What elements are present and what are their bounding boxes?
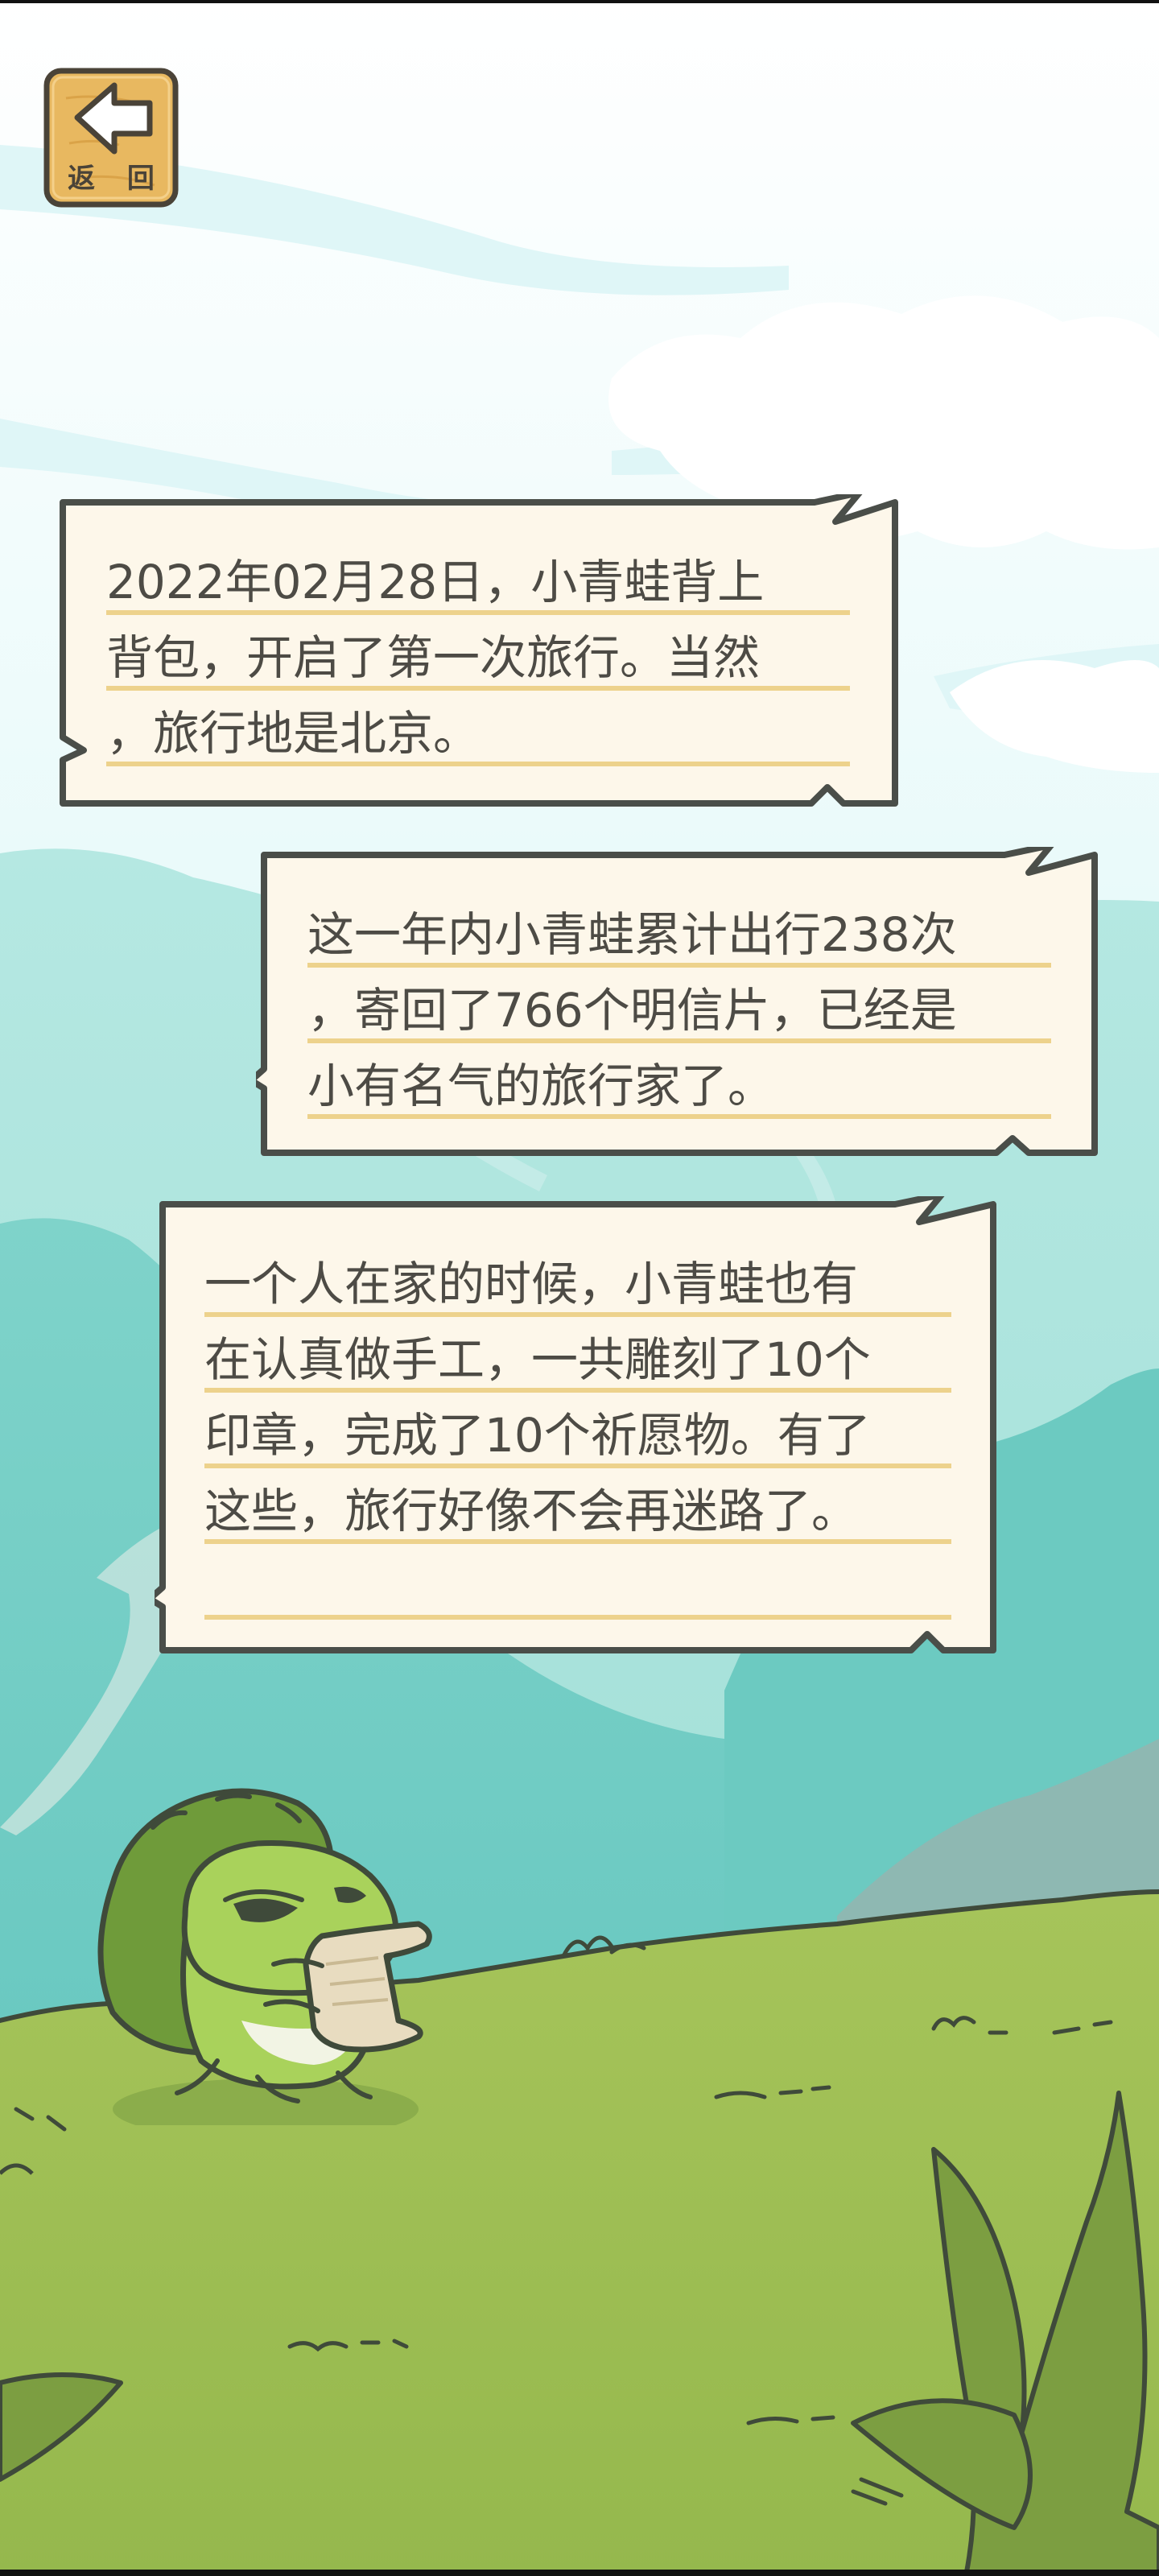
back-button[interactable]: 返 回	[42, 66, 180, 211]
story-line: 这些，旅行好像不会再迷路了。	[204, 1484, 859, 1538]
story-line: 这一年内小青蛙累计出行238次	[307, 907, 957, 962]
screen: 返 回 2022年02月28日，小青蛙背上 背包，开启了第一次旅行。当然 ，旅行…	[0, 0, 1159, 2576]
story-line: ，旅行地是北京。	[106, 706, 481, 761]
story-line: 在认真做手工，一共雕刻了10个	[204, 1332, 871, 1387]
story-line: 一个人在家的时候，小青蛙也有	[204, 1257, 859, 1311]
story-line: 印章，完成了10个祈愿物。有了	[204, 1408, 871, 1463]
back-button-label: 返 回	[68, 163, 166, 195]
story-line: 背包，开启了第一次旅行。当然	[106, 630, 761, 685]
story-card-1: 2022年02月28日，小青蛙背上 背包，开启了第一次旅行。当然 ，旅行地是北京…	[55, 494, 906, 811]
story-line: 2022年02月28日，小青蛙背上	[106, 555, 765, 609]
frog-illustration	[97, 1788, 432, 2125]
story-card-3: 一个人在家的时候，小青蛙也有 在认真做手工，一共雕刻了10个 印章，完成了10个…	[155, 1196, 1004, 1658]
story-card-1-text: 2022年02月28日，小青蛙背上 背包，开启了第一次旅行。当然 ，旅行地是北京…	[106, 544, 850, 771]
story-card-2: 这一年内小青蛙累计出行238次 ，寄回了766个明信片，已经是 小有名气的旅行家…	[256, 847, 1106, 1161]
back-arrow-icon	[74, 82, 153, 155]
story-line: 小有名气的旅行家了。	[307, 1059, 775, 1113]
story-card-3-text: 一个人在家的时候，小青蛙也有 在认真做手工，一共雕刻了10个 印章，完成了10个…	[204, 1246, 951, 1624]
story-line	[204, 1549, 951, 1624]
story-line: ，寄回了766个明信片，已经是	[307, 983, 957, 1038]
story-card-2-text: 这一年内小青蛙累计出行238次 ，寄回了766个明信片，已经是 小有名气的旅行家…	[307, 897, 1051, 1124]
